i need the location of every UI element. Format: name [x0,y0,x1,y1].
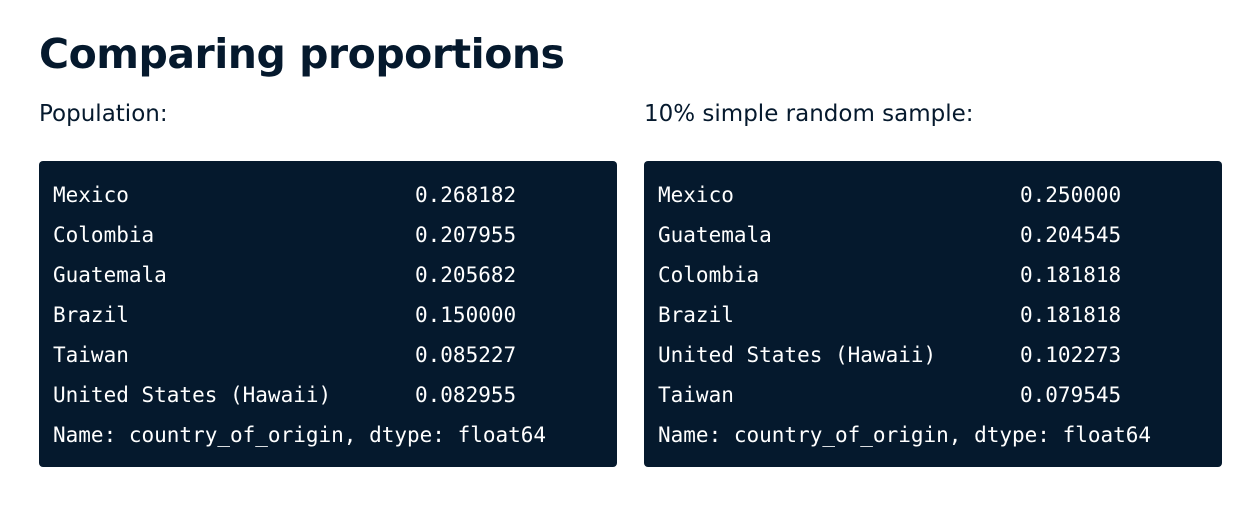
proportion-value: 0.268182 [415,183,517,207]
table-row: Guatemala 0.205682 [53,256,617,296]
country-name: Colombia [53,223,155,247]
page-title: Comparing proportions [39,30,565,78]
country-name: Guatemala [53,263,167,287]
proportion-value: 0.150000 [415,303,517,327]
sample-label: 10% simple random sample: [644,101,974,127]
country-name: United States (Hawaii) [53,383,332,407]
series-footer: Name: country_of_origin, dtype: float64 [658,423,1152,447]
table-row: United States (Hawaii) 0.082955 [53,376,617,416]
proportion-value: 0.181818 [1020,303,1122,327]
table-row: Mexico 0.268182 [53,176,617,216]
country-name: Mexico [658,183,734,207]
country-name: Colombia [658,263,760,287]
country-name: Brazil [658,303,734,327]
proportion-value: 0.204545 [1020,223,1122,247]
population-output: Mexico 0.268182 Colombia 0.207955 Guatem… [39,161,617,467]
table-row: Brazil 0.150000 [53,296,617,336]
proportion-value: 0.085227 [415,343,517,367]
country-name: Brazil [53,303,129,327]
proportion-value: 0.207955 [415,223,517,247]
table-row: Brazil 0.181818 [658,296,1222,336]
series-footer: Name: country_of_origin, dtype: float64 [53,423,547,447]
country-name: Guatemala [658,223,772,247]
table-row: United States (Hawaii) 0.102273 [658,336,1222,376]
proportion-value: 0.181818 [1020,263,1122,287]
country-name: United States (Hawaii) [658,343,937,367]
proportion-value: 0.205682 [415,263,517,287]
table-row: Guatemala 0.204545 [658,216,1222,256]
population-label: Population: [39,101,168,127]
proportion-value: 0.102273 [1020,343,1122,367]
table-row: Mexico 0.250000 [658,176,1222,216]
table-row: Taiwan 0.085227 [53,336,617,376]
country-name: Mexico [53,183,129,207]
table-row: Taiwan 0.079545 [658,376,1222,416]
sample-output: Mexico 0.250000 Guatemala 0.204545 Colom… [644,161,1222,467]
proportion-value: 0.082955 [415,383,517,407]
table-row: Colombia 0.207955 [53,216,617,256]
proportion-value: 0.079545 [1020,383,1122,407]
country-name: Taiwan [53,343,129,367]
country-name: Taiwan [658,383,734,407]
proportion-value: 0.250000 [1020,183,1122,207]
table-row: Colombia 0.181818 [658,256,1222,296]
